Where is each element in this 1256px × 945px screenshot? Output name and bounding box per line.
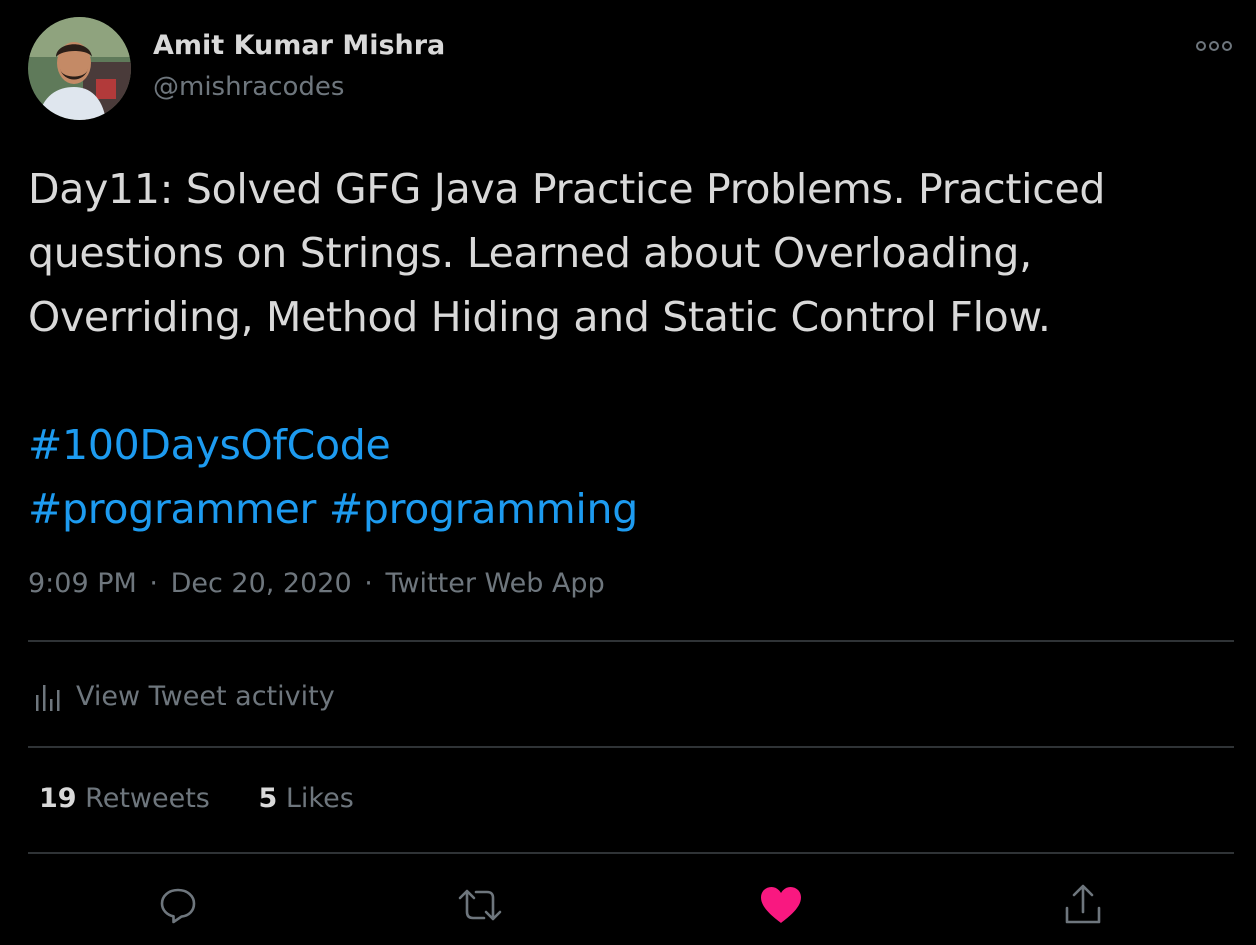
divider	[28, 640, 1234, 642]
like-button[interactable]	[756, 880, 806, 930]
retweets-label: Retweets	[85, 783, 210, 814]
tweet-meta: 9:09 PM · Dec 20, 2020 · Twitter Web App	[28, 568, 605, 599]
view-tweet-activity-label: View Tweet activity	[76, 680, 335, 712]
share-button[interactable]	[1058, 880, 1108, 930]
tweet-text-line: Day11: Solved GFG Java Practice Problems…	[28, 165, 1106, 213]
more-horizontal-icon	[1196, 41, 1232, 51]
divider	[28, 852, 1234, 854]
more-options-button[interactable]	[1190, 28, 1238, 64]
reply-icon	[160, 888, 196, 924]
tweet-text: Day11: Solved GFG Java Practice Problems…	[28, 157, 1228, 349]
tweet-stats: 19 Retweets 5 Likes	[39, 783, 354, 814]
hashtag-link[interactable]: #programmer	[28, 485, 316, 533]
meta-separator: ·	[364, 568, 373, 599]
tweet-detail: Amit Kumar Mishra @mishracodes Day11: So…	[0, 0, 1256, 945]
reply-button[interactable]	[153, 880, 203, 930]
likes-label: Likes	[285, 783, 354, 814]
retweet-icon	[458, 889, 502, 921]
tweet-source[interactable]: Twitter Web App	[385, 568, 604, 599]
analytics-icon	[36, 685, 60, 711]
meta-separator: ·	[149, 568, 158, 599]
view-tweet-activity-link[interactable]: View Tweet activity	[34, 676, 335, 716]
likes-count: 5	[258, 783, 278, 814]
author-handle[interactable]: @mishracodes	[153, 72, 344, 102]
divider	[28, 746, 1234, 748]
likes-stat[interactable]: 5 Likes	[258, 783, 353, 814]
retweets-stat[interactable]: 19 Retweets	[39, 783, 210, 814]
author-name[interactable]: Amit Kumar Mishra	[153, 30, 445, 61]
share-icon	[1065, 884, 1101, 924]
retweet-button[interactable]	[455, 880, 505, 930]
hashtag-link[interactable]: #programming	[329, 485, 638, 533]
avatar-image	[28, 17, 131, 120]
hashtag-link[interactable]: #100DaysOfCode	[28, 421, 391, 469]
hashtags: #100DaysOfCode #programmer #programming	[28, 413, 638, 541]
tweet-date[interactable]: Dec 20, 2020	[171, 568, 352, 599]
heart-icon	[761, 887, 801, 923]
tweet-text-line: Overriding, Method Hiding and Static Con…	[28, 293, 1051, 341]
avatar[interactable]	[28, 17, 131, 120]
tweet-text-line: questions on Strings. Learned about Over…	[28, 229, 1032, 277]
tweet-time[interactable]: 9:09 PM	[28, 568, 137, 599]
retweets-count: 19	[39, 783, 77, 814]
